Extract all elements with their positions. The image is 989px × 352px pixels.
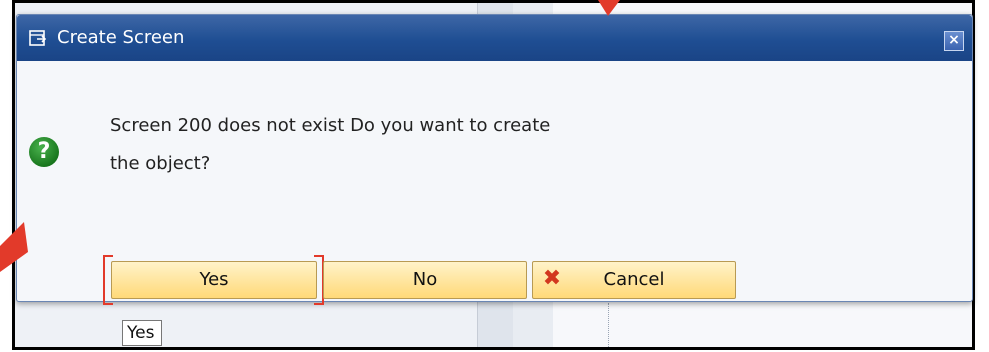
annotation-arrow-left-icon	[0, 222, 28, 272]
create-screen-icon	[29, 30, 47, 46]
background-dotted-line	[608, 303, 610, 347]
no-button[interactable]: No	[323, 261, 527, 299]
message-line-2: the object?	[110, 153, 211, 174]
close-icon: ×	[948, 32, 960, 48]
message-line-1: Screen 200 does not exist Do you want to…	[110, 115, 551, 136]
yes-button-label: Yes	[199, 269, 229, 290]
create-screen-dialog: Create Screen × ? Screen 200 does not ex…	[16, 14, 973, 305]
close-button[interactable]: ×	[944, 31, 964, 51]
cancel-button[interactable]: ✖ Cancel	[532, 261, 736, 299]
dialog-title: Create Screen	[57, 27, 185, 48]
annotation-arrow-icon	[598, 0, 620, 16]
dialog-message: Screen 200 does not exist Do you want to…	[110, 107, 670, 183]
cancel-button-label: Cancel	[603, 269, 665, 290]
question-icon: ?	[29, 137, 59, 167]
no-button-label: No	[412, 269, 438, 290]
tooltip: Yes	[122, 320, 162, 346]
yes-button[interactable]: Yes	[111, 261, 317, 299]
dialog-titlebar[interactable]: Create Screen ×	[17, 15, 972, 61]
